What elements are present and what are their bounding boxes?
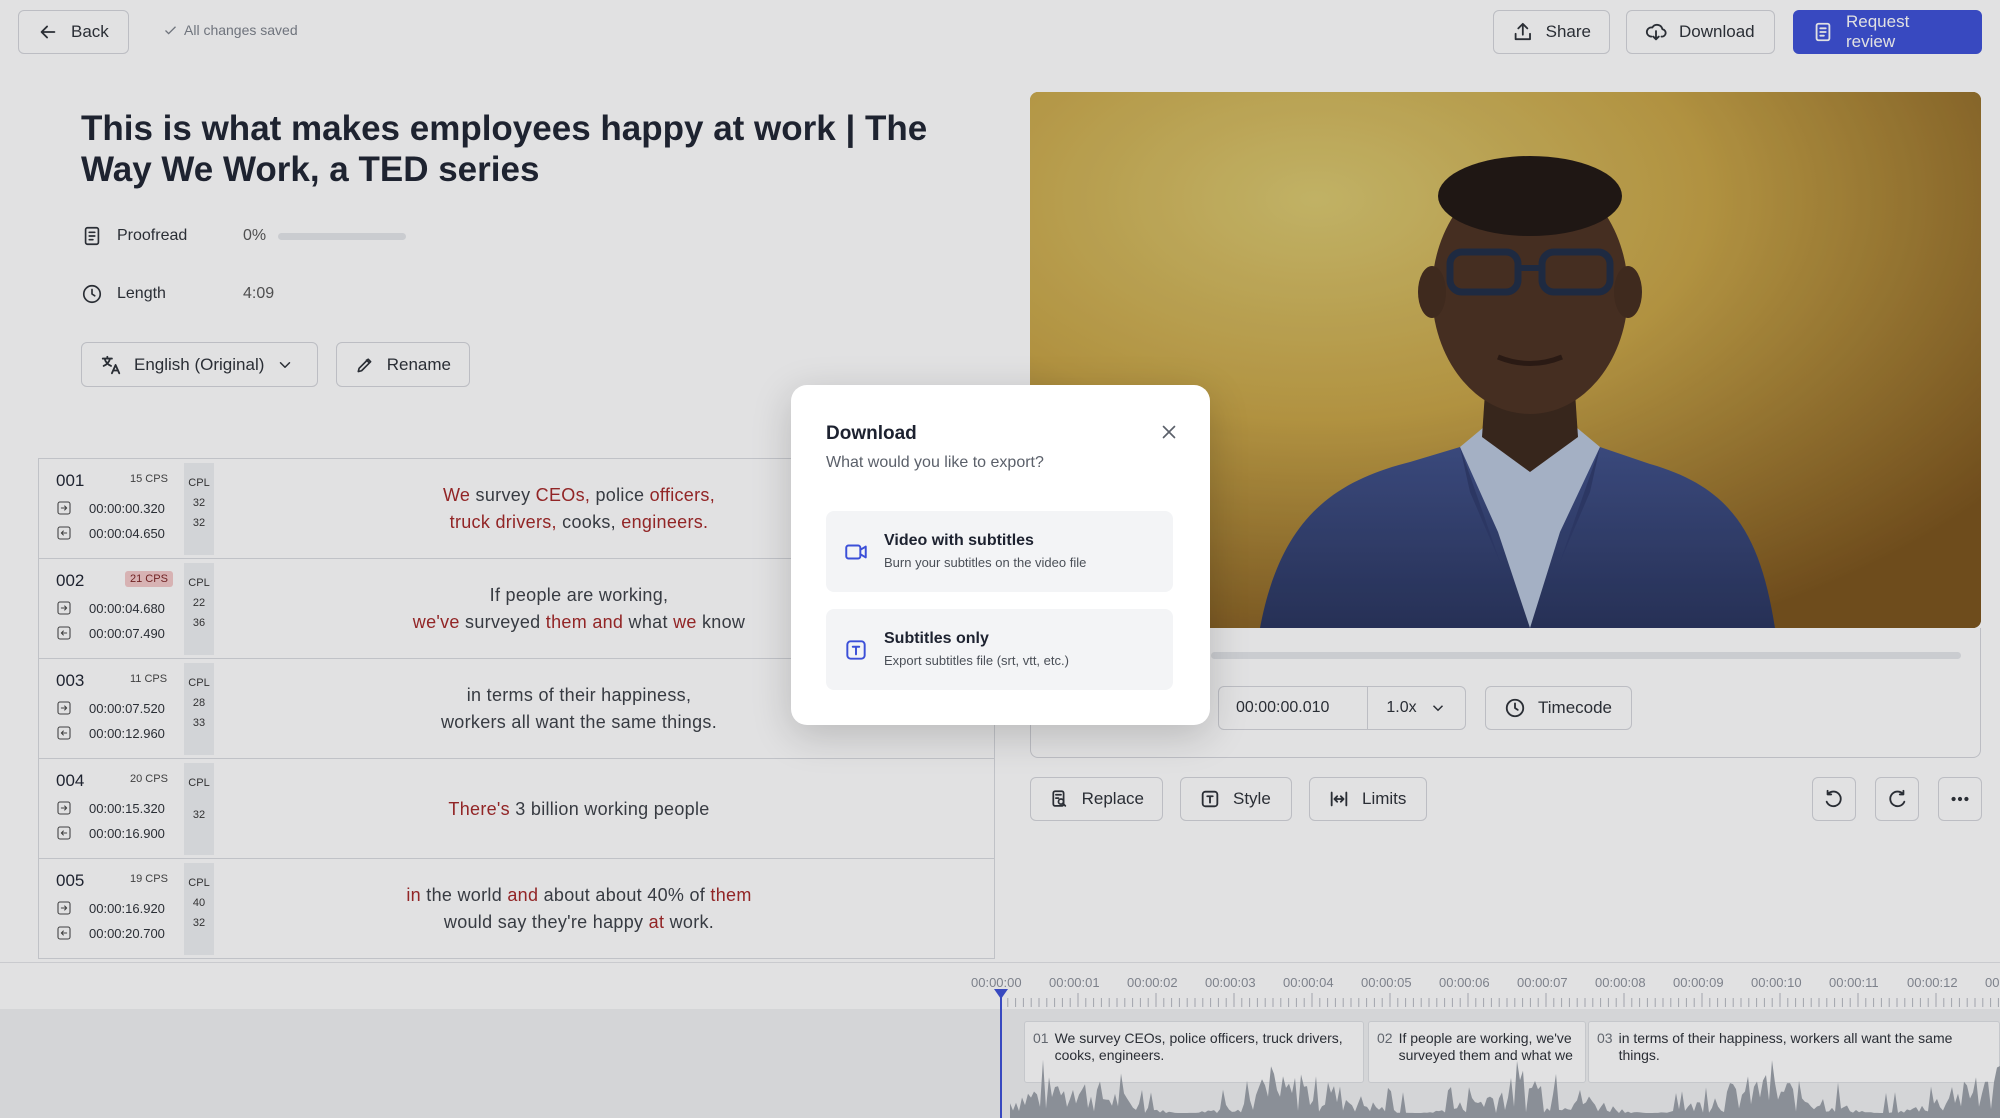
video-with-subtitles-option[interactable]: Video with subtitles Burn your subtitles… [826, 511, 1173, 592]
dialog-subtitle: What would you like to export? [826, 454, 1044, 471]
close-button[interactable] [1158, 421, 1180, 443]
option-title: Subtitles only [884, 630, 989, 647]
download-dialog: Download What would you like to export? … [791, 385, 1210, 725]
close-icon [1162, 425, 1176, 439]
dialog-title: Download [826, 423, 917, 444]
text-icon [846, 640, 866, 660]
video-camera-icon [845, 544, 867, 560]
option-title: Video with subtitles [884, 532, 1034, 549]
option-description: Burn your subtitles on the video file [884, 555, 1087, 570]
option-description: Export subtitles file (srt, vtt, etc.) [884, 653, 1069, 668]
subtitles-only-option[interactable]: Subtitles only Export subtitles file (sr… [826, 609, 1173, 690]
